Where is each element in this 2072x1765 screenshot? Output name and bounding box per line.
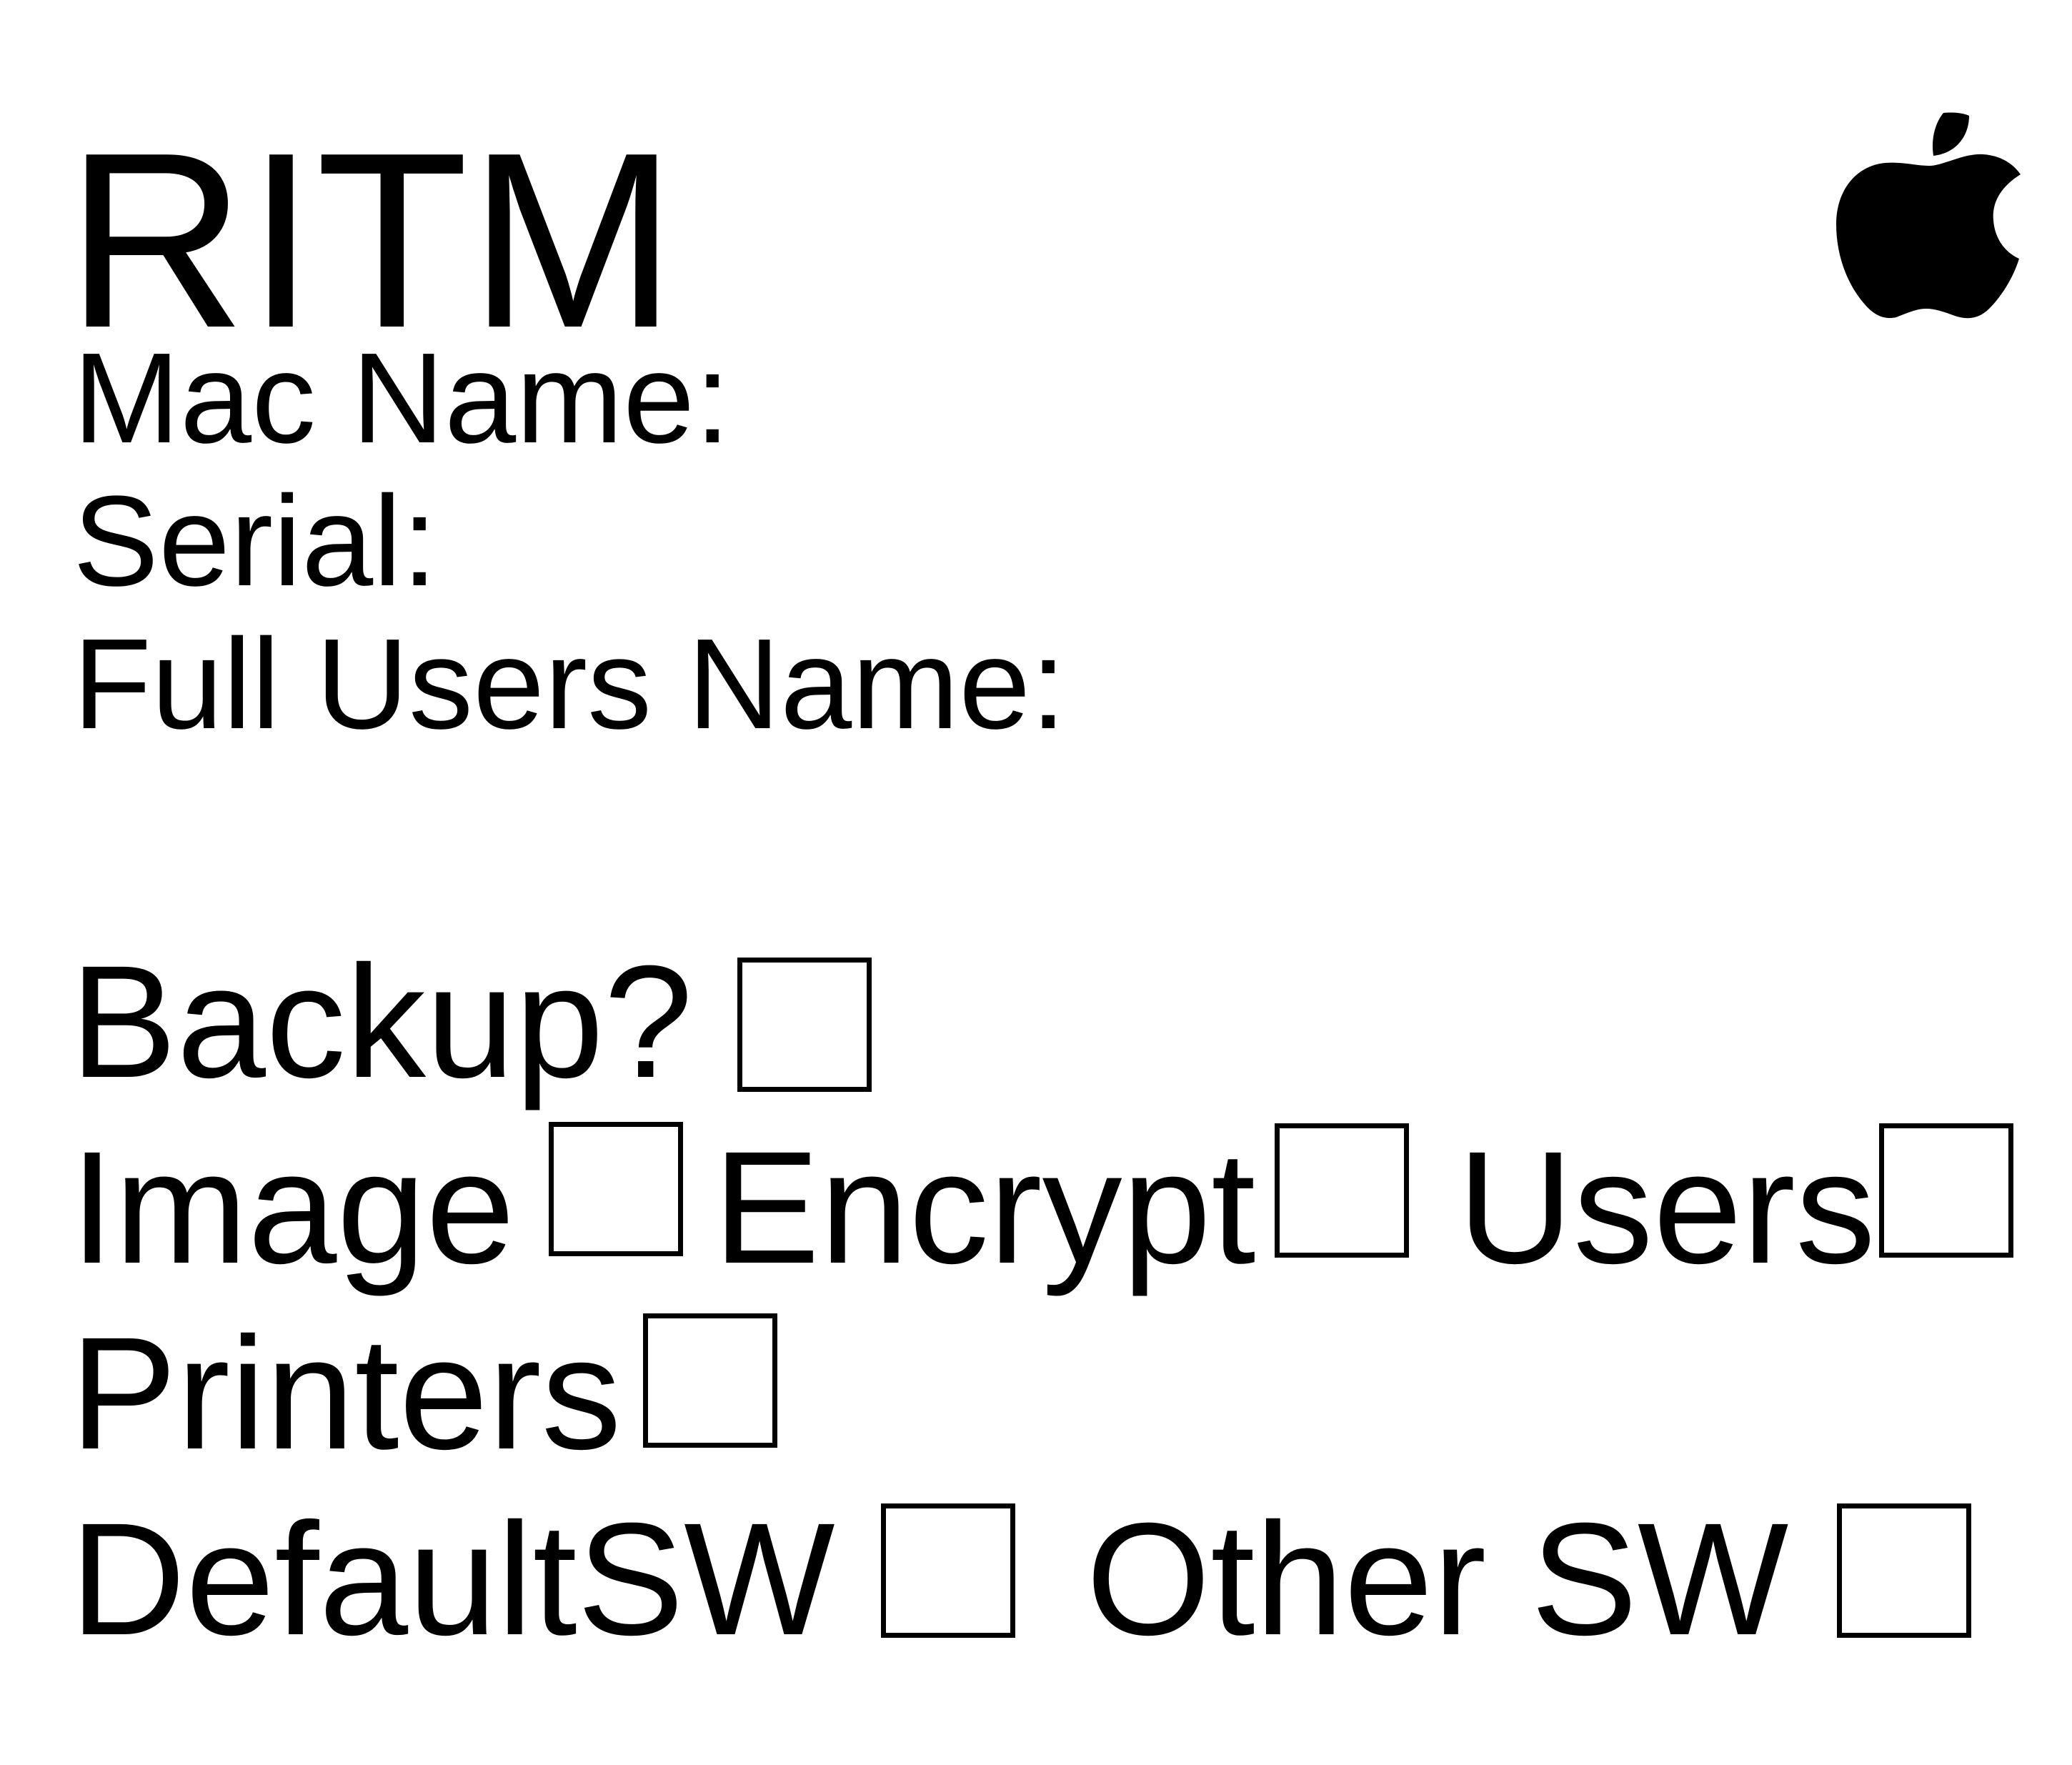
serial-label: Serial: [73,469,438,613]
backup-checkbox[interactable] [737,958,872,1092]
image-label: Image [70,1118,515,1297]
other-sw-checkbox[interactable] [1837,1503,1971,1638]
apple-logo-icon [1836,112,2021,319]
encrypt-checkbox[interactable] [1275,1123,1409,1258]
users-checkbox[interactable] [1879,1123,2013,1258]
printers-checkbox[interactable] [643,1313,777,1448]
mac-name-label: Mac Name: [73,327,731,470]
printers-label: Printers [70,1304,622,1483]
full-users-name-label: Full Users Name: [73,612,1067,756]
default-sw-label: DefaultSW [70,1490,835,1669]
default-sw-checkbox[interactable] [881,1503,1015,1638]
image-checkbox[interactable] [549,1122,683,1256]
backup-label: Backup? [70,933,693,1111]
other-sw-label: Other SW [1086,1490,1789,1669]
users-label: Users [1458,1118,1876,1297]
encrypt-label: Encrypt [713,1118,1256,1297]
